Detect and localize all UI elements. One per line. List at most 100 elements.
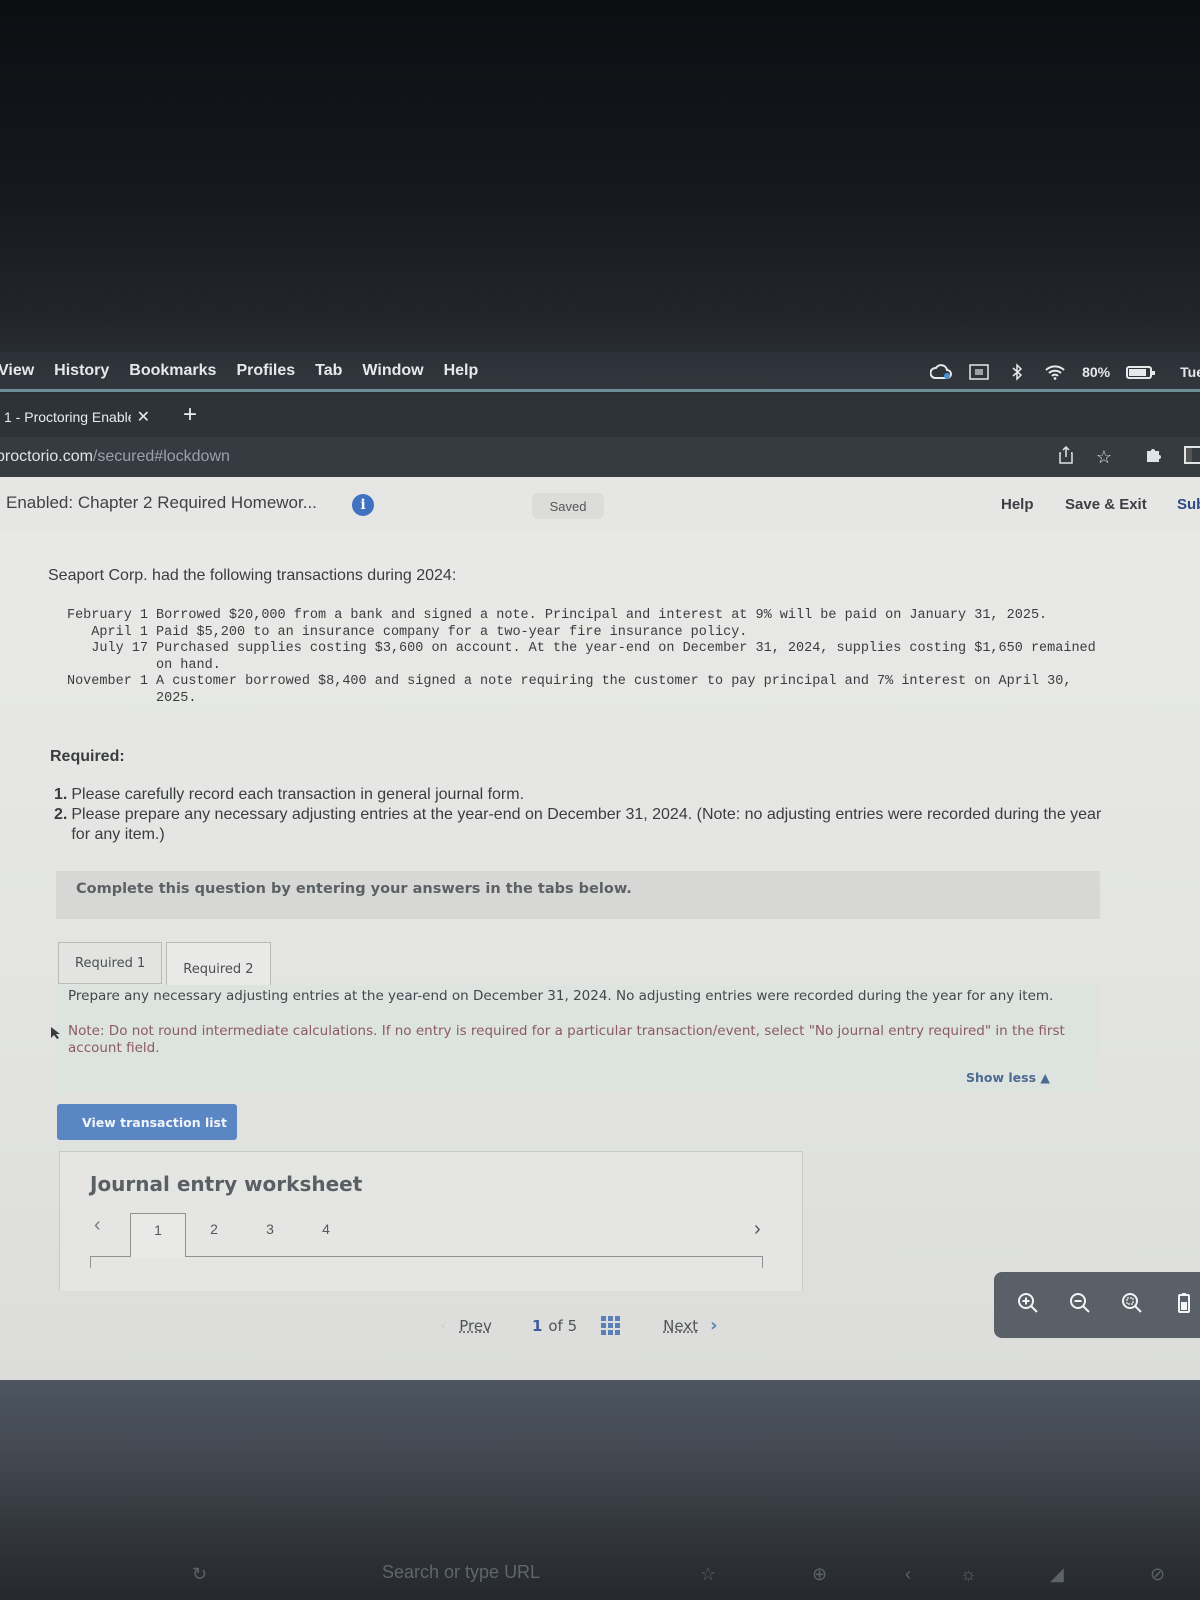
- instructions-text: Prepare any necessary adjusting entries …: [68, 988, 1054, 1004]
- transaction-row: February 1 Borrowed $20,000 from a bank …: [48, 608, 1116, 625]
- screen-icon[interactable]: [968, 363, 990, 381]
- transaction-date: February 1: [66, 608, 148, 623]
- worksheet-page-1[interactable]: 1: [130, 1213, 186, 1257]
- mouse-cursor-icon: [51, 1027, 60, 1039]
- transactions-list: February 1 Borrowed $20,000 from a bank …: [48, 608, 1116, 707]
- requirement-number: 1.: [54, 786, 68, 803]
- worksheet-border: [762, 1256, 763, 1268]
- url-field[interactable]: proctorio.com/secured#lockdown: [0, 448, 230, 466]
- requirement-item: 1. Please carefully record each transact…: [54, 785, 1114, 805]
- transaction-description: Borrowed $20,000 from a bank and signed …: [156, 608, 1048, 623]
- question-tabs: Required 1 Required 2: [58, 942, 271, 996]
- next-button[interactable]: Next: [663, 1317, 698, 1335]
- tab-title: 1 - Proctoring Enable: [4, 409, 131, 425]
- save-exit-link[interactable]: Save & Exit: [1065, 496, 1147, 513]
- worksheet-page-2[interactable]: 2: [186, 1213, 242, 1257]
- assignment-header: Enabled: Chapter 2 Required Homewor... i…: [0, 477, 1200, 533]
- battery-icon[interactable]: [1126, 365, 1156, 379]
- close-tab-icon[interactable]: ✕: [137, 407, 150, 427]
- tab-required-1[interactable]: Required 1: [58, 942, 163, 984]
- browser-tab[interactable]: 1 - Proctoring Enable ✕: [0, 397, 150, 437]
- transaction-row: November 1 A customer borrowed $8,400 an…: [48, 674, 1116, 707]
- requirement-number: 2.: [54, 806, 68, 823]
- transaction-date: July 17: [91, 641, 148, 656]
- touch-bar-add-icon[interactable]: ⊕: [812, 1564, 827, 1585]
- transaction-description: Paid $5,200 to an insurance company for …: [156, 624, 748, 640]
- system-menu-bar: View History Bookmarks Profiles Tab Wind…: [0, 352, 1200, 392]
- touch-bar-search[interactable]: Search or type URL: [382, 1562, 540, 1583]
- worksheet-page-4[interactable]: 4: [298, 1213, 354, 1257]
- mute-icon[interactable]: ⊘: [1150, 1564, 1165, 1585]
- menu-history[interactable]: History: [54, 362, 109, 380]
- instructions-note: Note: Do not round intermediate calculat…: [68, 1023, 1065, 1056]
- requirement-text: Please prepare any necessary adjusting e…: [71, 806, 1102, 843]
- laptop-bezel-area: ↻ Search or type URL ☆ ⊕ ‹ ☼ ◢ ⊘: [0, 1380, 1200, 1600]
- zoom-out-icon[interactable]: [1068, 1291, 1092, 1320]
- question-pager: ‹ Prev 1 of 5 Next ›: [440, 1315, 718, 1336]
- worksheet-border: [186, 1256, 762, 1257]
- show-less-toggle[interactable]: Show less ▲: [966, 1069, 1050, 1086]
- tab-instructions: Prepare any necessary adjusting entries …: [56, 985, 1100, 1093]
- worksheet-title: Journal entry worksheet: [90, 1172, 363, 1196]
- address-bar: proctorio.com/secured#lockdown ☆: [0, 437, 1200, 477]
- touch-bar-collapse-icon[interactable]: ‹: [905, 1564, 911, 1585]
- requirement-item: 2. Please prepare any necessary adjustin…: [54, 805, 1114, 845]
- transaction-date: April 1: [91, 624, 148, 640]
- proctor-zoom-toolbar: [994, 1272, 1200, 1338]
- help-link[interactable]: Help: [1001, 496, 1034, 513]
- url-host: proctorio.com: [0, 448, 93, 465]
- current-question-number: 1: [531, 1316, 543, 1335]
- prev-arrow-icon[interactable]: ‹: [440, 1315, 447, 1336]
- url-path: /secured#lockdown: [92, 448, 230, 465]
- battery-percent: 80%: [1082, 364, 1111, 380]
- worksheet-page-tabs: 1 2 3 4: [130, 1213, 354, 1257]
- transaction-row: July 17 Purchased supplies costing $3,60…: [48, 641, 1116, 674]
- menu-profiles[interactable]: Profiles: [236, 362, 295, 380]
- bookmark-star-icon[interactable]: ☆: [1096, 447, 1112, 468]
- touch-bar-star-icon[interactable]: ☆: [700, 1564, 716, 1585]
- transaction-description: A customer borrowed $8,400 and signed a …: [156, 674, 1072, 706]
- reload-icon[interactable]: ↻: [192, 1564, 207, 1585]
- assignment-title: Enabled: Chapter 2 Required Homewor...: [6, 493, 317, 512]
- requirements-list: 1. Please carefully record each transact…: [54, 785, 1114, 845]
- proctor-battery-icon[interactable]: [1172, 1291, 1196, 1320]
- browser-tab-bar: 1 - Proctoring Enable ✕ +: [0, 395, 1200, 437]
- question-grid-icon[interactable]: [601, 1315, 621, 1336]
- bluetooth-icon[interactable]: [1006, 363, 1028, 381]
- new-tab-button[interactable]: +: [183, 401, 197, 429]
- brightness-icon[interactable]: ☼: [960, 1564, 977, 1585]
- extensions-puzzle-icon[interactable]: [1144, 446, 1162, 469]
- prev-button[interactable]: Prev: [459, 1317, 492, 1335]
- worksheet-prev-arrow[interactable]: ‹: [94, 1214, 101, 1237]
- banner-text: Complete this question by entering your …: [76, 881, 632, 897]
- menu-tab[interactable]: Tab: [315, 362, 342, 380]
- clock[interactable]: Tue: [1180, 364, 1200, 380]
- menu-window[interactable]: Window: [362, 362, 423, 380]
- question-total: of 5: [548, 1316, 578, 1335]
- worksheet-page-3[interactable]: 3: [242, 1213, 298, 1257]
- worksheet-next-arrow[interactable]: ›: [754, 1218, 761, 1241]
- submit-link[interactable]: Sub: [1177, 496, 1200, 513]
- transaction-description: Purchased supplies costing $3,600 on acc…: [156, 641, 1096, 673]
- address-bar-actions: ☆: [1058, 437, 1200, 477]
- menu-help[interactable]: Help: [444, 362, 479, 380]
- question-intro: Seaport Corp. had the following transact…: [48, 567, 457, 584]
- saved-status-badge: Saved: [532, 493, 604, 519]
- menu-view[interactable]: View: [0, 362, 34, 380]
- zoom-in-icon[interactable]: [1016, 1291, 1040, 1320]
- view-transaction-list-button[interactable]: View transaction list: [57, 1104, 237, 1140]
- zoom-reset-icon[interactable]: [1120, 1291, 1144, 1320]
- info-icon[interactable]: i: [352, 494, 374, 516]
- journal-entry-worksheet: Journal entry worksheet ‹ 1 2 3 4 ›: [59, 1151, 803, 1291]
- instructions-banner: Complete this question by entering your …: [56, 871, 1100, 919]
- volume-icon[interactable]: ◢: [1050, 1564, 1064, 1585]
- next-arrow-icon[interactable]: ›: [710, 1315, 717, 1336]
- worksheet-border: [90, 1256, 91, 1268]
- transaction-row: April 1 Paid $5,200 to an insurance comp…: [48, 625, 1116, 642]
- sidebar-toggle-icon[interactable]: [1184, 445, 1200, 469]
- status-area: 80% Tue: [930, 352, 1200, 392]
- wifi-icon[interactable]: [1044, 363, 1066, 381]
- share-icon[interactable]: [1058, 445, 1074, 470]
- menu-bookmarks[interactable]: Bookmarks: [129, 362, 216, 380]
- creative-cloud-icon[interactable]: [930, 363, 953, 381]
